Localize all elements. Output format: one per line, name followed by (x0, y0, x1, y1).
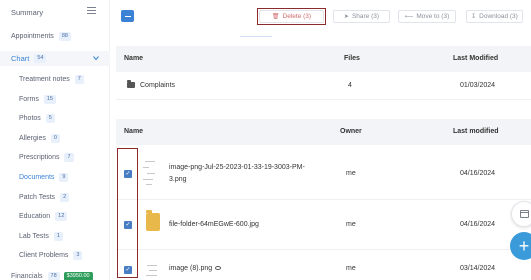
count-badge: 12 (55, 212, 68, 221)
file-name[interactable]: image (8).png (169, 265, 222, 272)
file-name[interactable]: file-folder-64mEGwE-600.jpg (169, 221, 259, 228)
count-badge: 88 (58, 32, 71, 41)
sidebar-item-patch-tests[interactable]: Patch Tests 2 (19, 193, 70, 202)
folder-image-thumbnail (146, 210, 160, 231)
folder-file-count: 4 (348, 82, 352, 89)
folder-name[interactable]: Complaints (140, 82, 175, 89)
sidebar-item-photos[interactable]: Photos 5 (19, 114, 55, 123)
sidebar-item-documents[interactable]: Documents 9 (19, 173, 69, 182)
sidebar-item-label: Patch Tests (19, 194, 56, 201)
delete-highlight-box (257, 8, 326, 25)
count-badge: 1 (53, 232, 63, 241)
eye-icon[interactable] (215, 266, 222, 270)
file-thumbnail (146, 262, 160, 278)
sidebar-item-label: Lab Tests (19, 233, 49, 240)
share-button[interactable]: ➤ Share (3) (333, 10, 390, 23)
column-header-last-modified[interactable]: Last Modified (453, 55, 498, 62)
count-badge: 54 (34, 54, 47, 63)
count-badge: 0 (50, 134, 60, 143)
file-last-modified: 03/14/2024 (460, 265, 496, 272)
file-name-continued[interactable]: 3.png (169, 176, 187, 183)
count-badge: 2 (60, 193, 70, 202)
sidebar-item-allergies[interactable]: Allergies 0 (19, 134, 60, 143)
menu-icon[interactable] (87, 7, 96, 15)
sidebar-item-client-problems[interactable]: Client Problems 3 (19, 251, 83, 260)
sidebar-item-label: Appointments (11, 33, 54, 40)
divider (240, 36, 272, 37)
move-to-button[interactable]: ⟵ Move to (3) (398, 10, 456, 23)
folder-last-modified: 01/03/2024 (460, 82, 496, 89)
folder-icon (127, 80, 135, 88)
column-header-files[interactable]: Files (344, 55, 360, 62)
file-name-text[interactable]: image (8).png (169, 265, 212, 272)
calendar-button[interactable] (511, 201, 531, 227)
sidebar-item-label: Documents (19, 174, 55, 181)
count-badge: 78 (47, 272, 60, 280)
sidebar-item-label: Financials (11, 273, 43, 280)
sidebar-item-label: Allergies (19, 135, 46, 142)
file-owner: me (346, 170, 356, 177)
sidebar-item-financials[interactable]: Financials 78 $3950.00 (11, 272, 93, 280)
column-header-last-modified[interactable]: Last modified (453, 128, 499, 135)
balance-badge: $3950.00 (63, 272, 93, 280)
sidebar-item-summary[interactable]: Summary (11, 8, 43, 17)
column-header-owner[interactable]: Owner (340, 128, 362, 135)
sidebar-item-forms[interactable]: Forms 15 (19, 95, 56, 104)
sidebar-item-label: Treatment notes (19, 76, 70, 83)
chevron-down-icon[interactable] (93, 55, 99, 61)
column-header-name[interactable]: Name (124, 128, 143, 135)
file-name[interactable]: image-png-Jul-25-2023-01-33-19-3003-PM- (169, 164, 305, 171)
move-icon: ⟵ (404, 14, 414, 20)
sidebar-item-label: Education (19, 213, 51, 220)
sidebar-item-prescriptions[interactable]: Prescriptions 7 (19, 153, 74, 162)
sidebar-item-label: Prescriptions (19, 154, 60, 161)
file-owner: me (346, 265, 356, 272)
file-owner: me (346, 221, 356, 228)
file-last-modified: 04/16/2024 (460, 170, 496, 177)
plus-icon: + (518, 236, 530, 256)
checkbox-highlight-box (117, 148, 138, 278)
share-label: Share (3) (351, 13, 380, 20)
count-badge: 15 (43, 95, 56, 104)
share-icon: ➤ (343, 14, 349, 20)
file-last-modified: 04/16/2024 (460, 221, 496, 228)
download-label: Download (3) (479, 13, 518, 20)
sidebar-item-label: Chart (11, 54, 30, 63)
download-button[interactable]: ↧ Download (3) (466, 10, 523, 23)
sidebar: Summary Appointments 88 Chart 54 Treatme… (0, 0, 110, 280)
sidebar-item-label: Client Problems (19, 252, 69, 259)
add-button[interactable]: + (510, 232, 531, 260)
download-icon: ↧ (471, 14, 477, 20)
sidebar-item-lab-tests[interactable]: Lab Tests 1 (19, 232, 63, 241)
sidebar-item-education[interactable]: Education 12 (19, 212, 68, 221)
select-all-checkbox[interactable] (121, 10, 134, 22)
sidebar-item-appointments[interactable]: Appointments 88 (11, 32, 71, 41)
count-badge: 7 (64, 153, 74, 162)
sidebar-item-label: Forms (19, 96, 39, 103)
calendar-icon (519, 210, 529, 218)
sidebar-item-chart[interactable]: Chart 54 (11, 54, 47, 63)
sidebar-item-label: Photos (19, 115, 41, 122)
count-badge: 3 (73, 251, 83, 260)
count-badge: 9 (59, 173, 69, 182)
column-header-name[interactable]: Name (124, 55, 143, 62)
count-badge: 7 (74, 75, 84, 84)
file-thumbnail (143, 159, 159, 187)
move-label: Move to (3) (416, 13, 450, 20)
sidebar-item-treatment-notes[interactable]: Treatment notes 7 (19, 75, 84, 84)
count-badge: 5 (45, 114, 55, 123)
